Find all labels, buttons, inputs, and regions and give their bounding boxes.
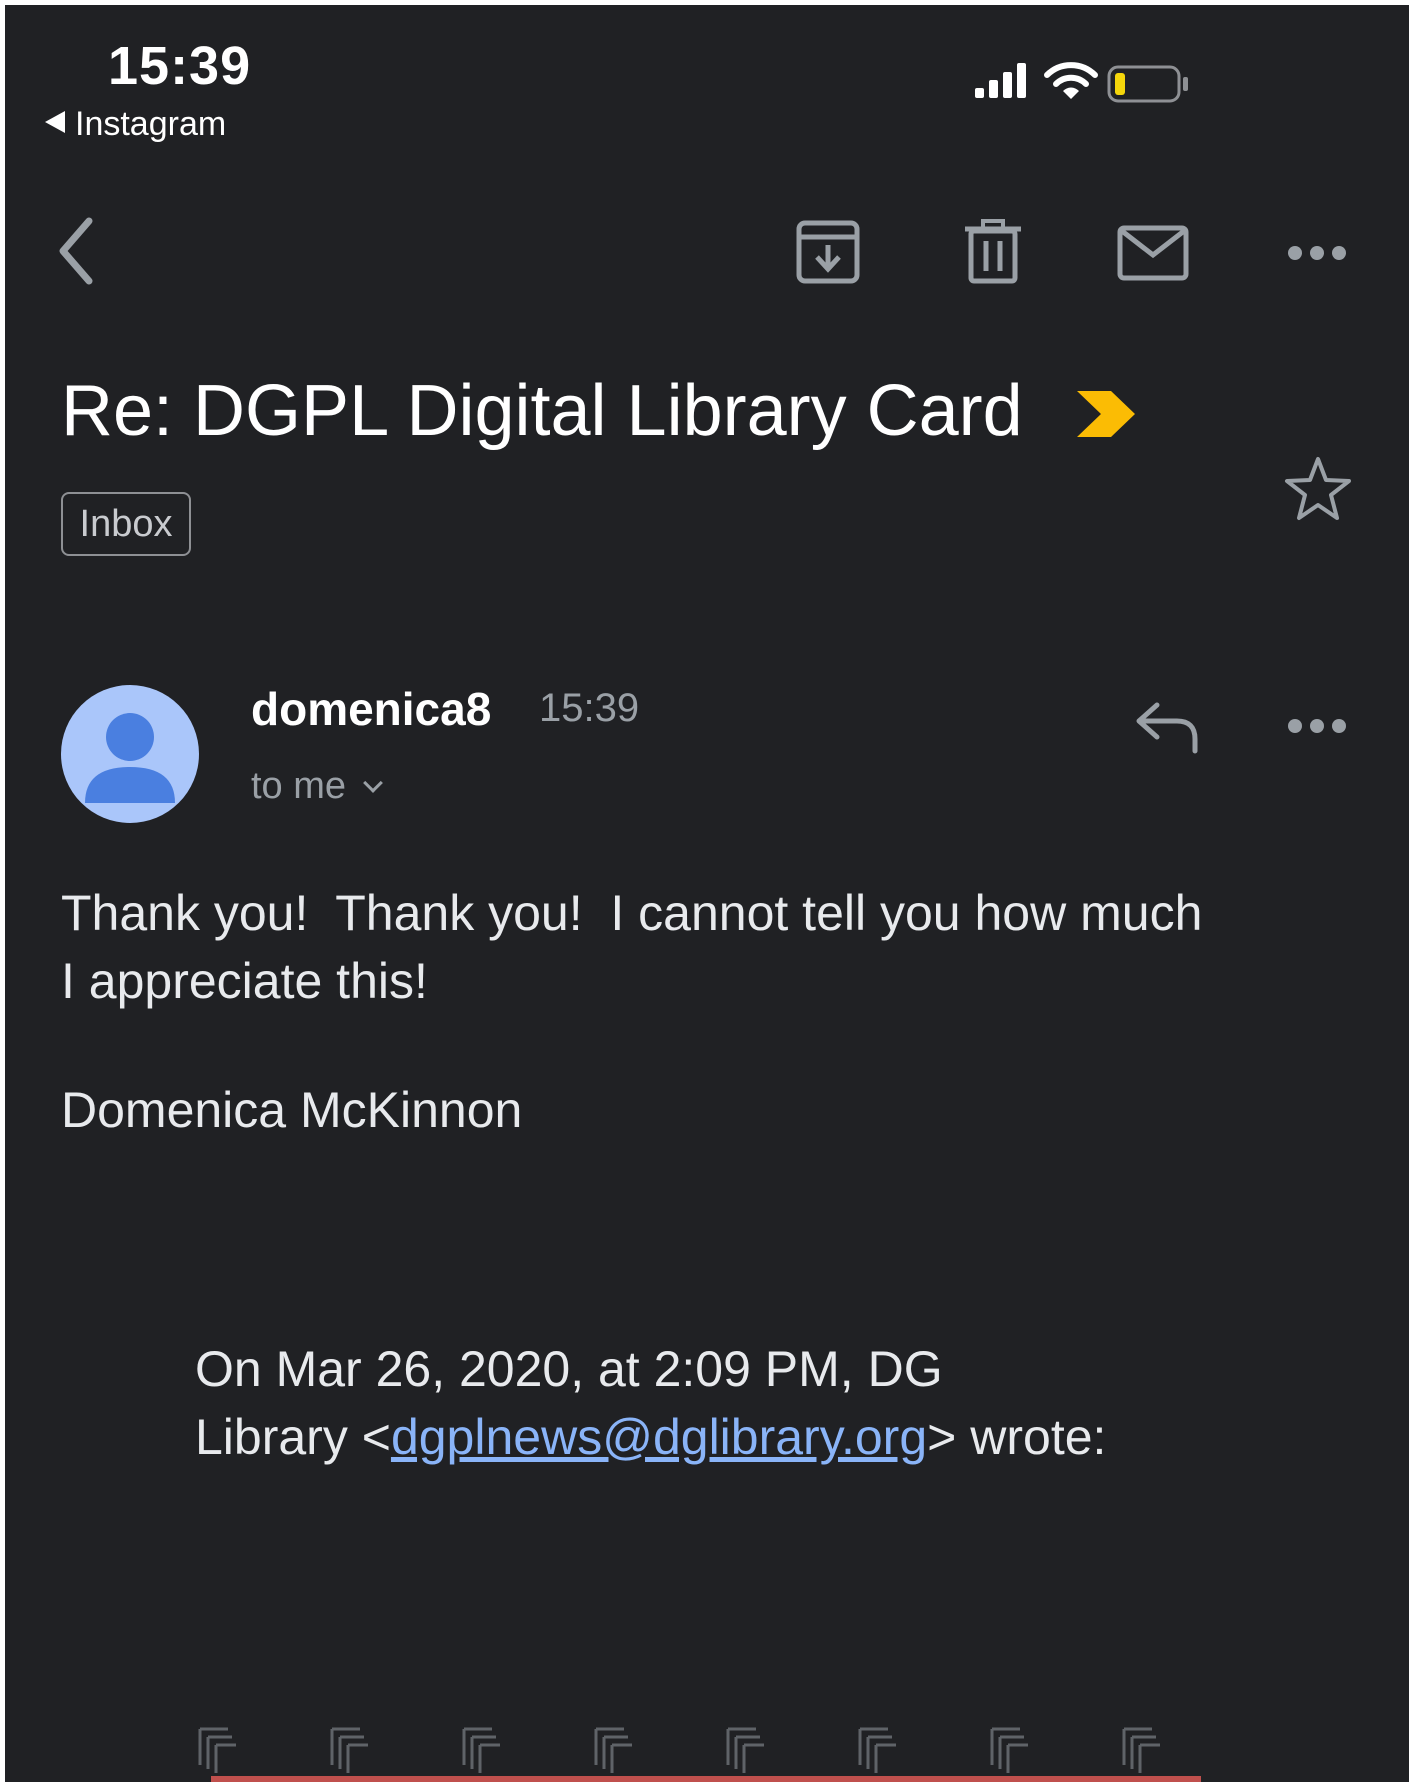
quote-line-1: On Mar 26, 2020, at 2:09 PM, DG bbox=[195, 1341, 943, 1397]
body-line: Thank you! Thank you! I cannot tell you … bbox=[61, 885, 1203, 941]
recipient-label: to me bbox=[251, 765, 347, 807]
email-banner-strip bbox=[211, 1776, 1201, 1782]
chevron-down-icon bbox=[363, 773, 383, 793]
broken-image-icon bbox=[858, 1727, 896, 1773]
back-to-app-link[interactable]: Instagram bbox=[45, 105, 226, 144]
trash-icon[interactable] bbox=[963, 219, 1023, 285]
archive-icon[interactable] bbox=[795, 219, 861, 285]
quoted-header: On Mar 26, 2020, at 2:09 PM, DG Library … bbox=[195, 1335, 1315, 1471]
broken-image-icon bbox=[990, 1727, 1028, 1773]
sender-name[interactable]: domenica8 bbox=[251, 682, 491, 736]
person-icon bbox=[85, 713, 175, 803]
more-horizontal-icon[interactable] bbox=[1287, 243, 1347, 263]
back-arrow-icon[interactable] bbox=[53, 215, 101, 287]
email-signature: Domenica McKinnon bbox=[61, 1082, 523, 1138]
email-subject: Re: DGPL Digital Library Card bbox=[61, 371, 1023, 451]
wifi-icon bbox=[1044, 62, 1098, 99]
avatar[interactable] bbox=[61, 685, 199, 823]
importance-marker-icon[interactable] bbox=[1075, 389, 1137, 439]
broken-image-icon bbox=[1122, 1727, 1160, 1773]
status-time: 15:39 bbox=[108, 36, 252, 96]
recipient-details-toggle[interactable]: to me bbox=[251, 765, 383, 808]
inbox-label-chip[interactable]: Inbox bbox=[61, 492, 191, 556]
back-triangle-icon bbox=[45, 111, 65, 133]
quote-prefix: Library < bbox=[195, 1409, 391, 1465]
quote-line-2: Library <dgplnews@dglibrary.org> wrote: bbox=[195, 1403, 1315, 1471]
battery-low-icon bbox=[1107, 65, 1188, 103]
broken-image-icon bbox=[726, 1727, 764, 1773]
broken-image-icon bbox=[594, 1727, 632, 1773]
email-body: Thank you! Thank you! I cannot tell you … bbox=[61, 879, 1361, 1015]
broken-image-icon bbox=[462, 1727, 500, 1773]
quote-suffix: > wrote: bbox=[927, 1409, 1107, 1465]
reply-icon[interactable] bbox=[1135, 699, 1201, 755]
sent-time: 15:39 bbox=[539, 686, 640, 730]
mail-icon[interactable] bbox=[1117, 225, 1189, 281]
cellular-signal-icon bbox=[975, 63, 1026, 98]
image-placeholder-icons bbox=[198, 1727, 1160, 1773]
more-options-icon[interactable] bbox=[1287, 716, 1347, 736]
sender-email-link[interactable]: dgplnews@dglibrary.org bbox=[391, 1409, 927, 1465]
star-outline-icon[interactable] bbox=[1283, 455, 1353, 523]
broken-image-icon bbox=[198, 1727, 236, 1773]
body-line: I appreciate this! bbox=[61, 953, 428, 1009]
back-app-label: Instagram bbox=[75, 105, 227, 143]
phone-screen: 15:39 Instagram Re: DGPL Digital Library… bbox=[5, 5, 1409, 1782]
broken-image-icon bbox=[330, 1727, 368, 1773]
broken-image-row bbox=[195, 1725, 1195, 1775]
